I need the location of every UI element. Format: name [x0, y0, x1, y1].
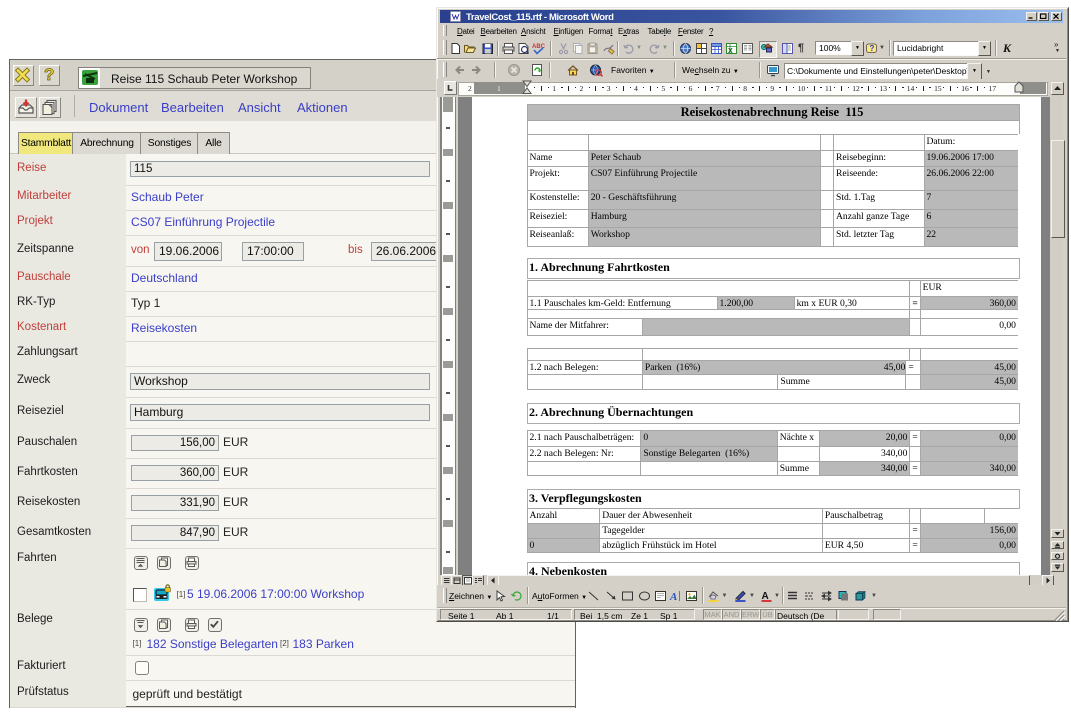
svg-text:A: A: [669, 591, 677, 603]
svg-text:ABC: ABC: [532, 44, 545, 50]
svg-text:X: X: [728, 48, 733, 55]
svg-text:?: ?: [870, 44, 875, 53]
